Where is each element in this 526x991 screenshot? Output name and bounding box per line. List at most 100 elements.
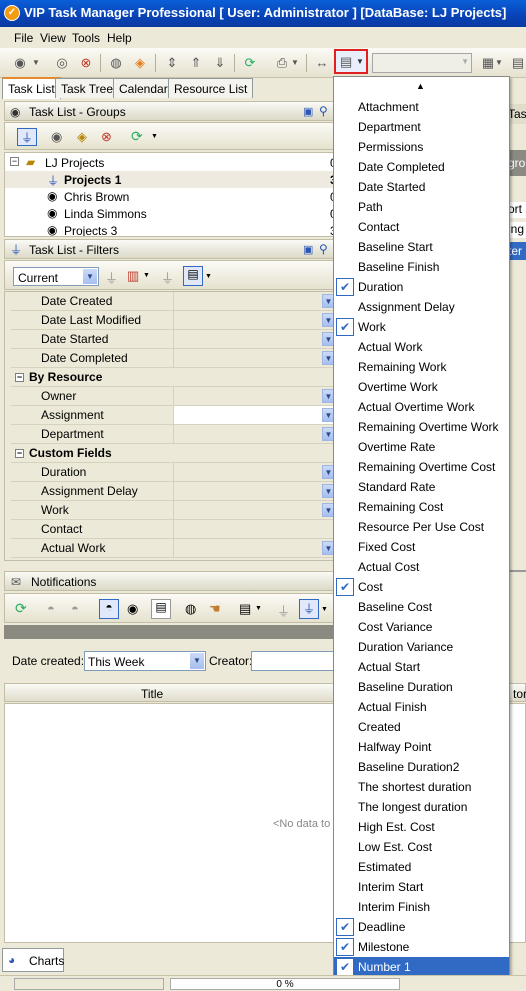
- menu-item[interactable]: ✔ Deadline: [334, 917, 509, 937]
- menu-item[interactable]: Department: [334, 117, 509, 137]
- column-title[interactable]: Title: [141, 687, 163, 701]
- document-icon[interactable]: ▤: [151, 599, 171, 619]
- menu-item[interactable]: Created: [334, 717, 509, 737]
- filter-value[interactable]: ▼: [173, 387, 337, 405]
- refresh-icon[interactable]: ⟳: [15, 600, 27, 617]
- filter-value[interactable]: ▼: [173, 539, 337, 557]
- tab-task-list[interactable]: Task List: [2, 77, 61, 99]
- menu-item[interactable]: Estimated: [334, 857, 509, 877]
- menu-help[interactable]: Help: [107, 31, 132, 45]
- edit-group-icon[interactable]: ◈: [77, 129, 87, 145]
- fit-columns-icon[interactable]: ↔: [312, 53, 332, 73]
- menu-item[interactable]: The longest duration: [334, 797, 509, 817]
- menu-item[interactable]: Fixed Cost: [334, 537, 509, 557]
- menu-item[interactable]: ✔ Cost: [334, 577, 509, 597]
- filter-group-header[interactable]: − By Resource: [11, 368, 337, 387]
- menu-item[interactable]: Halfway Point: [334, 737, 509, 757]
- move-updown-icon[interactable]: ⇕: [162, 53, 182, 73]
- columns-icon[interactable]: ▤: [239, 601, 251, 617]
- menu-item[interactable]: Baseline Start: [334, 237, 509, 257]
- date-created-select[interactable]: This Week ▼: [84, 651, 206, 671]
- menu-item[interactable]: Baseline Duration: [334, 677, 509, 697]
- filter-row[interactable]: Date Last Modified ▼: [11, 311, 337, 330]
- menu-item[interactable]: Overtime Work: [334, 377, 509, 397]
- filter-icon[interactable]: ⏚: [17, 128, 37, 146]
- menu-item[interactable]: Remaining Cost: [334, 497, 509, 517]
- menu-item[interactable]: ✔ Milestone: [334, 937, 509, 957]
- filter-value[interactable]: ▼: [173, 425, 337, 443]
- menu-item[interactable]: ✔ Number 1: [334, 957, 509, 977]
- filter-row[interactable]: Assignment Delay ▼: [11, 482, 337, 501]
- task-properties-icon[interactable]: ◍: [106, 53, 126, 73]
- print-dropdown-icon[interactable]: ▼: [290, 53, 300, 73]
- filter-value[interactable]: ▼: [173, 311, 337, 329]
- filter-row[interactable]: Date Completed ▼: [11, 349, 337, 368]
- add-group-icon[interactable]: ◉: [51, 129, 62, 145]
- filter-row[interactable]: Owner ▼: [11, 387, 337, 406]
- delete-group-icon[interactable]: ⊗: [101, 129, 112, 145]
- filter-value[interactable]: ▼: [173, 501, 337, 519]
- scroll-up-icon[interactable]: ▲: [416, 81, 425, 91]
- menu-item[interactable]: Contact: [334, 217, 509, 237]
- filter-row[interactable]: Duration ▼: [11, 463, 337, 482]
- menu-item[interactable]: Standard Rate: [334, 477, 509, 497]
- inbox-icon[interactable]: ◓: [99, 599, 119, 619]
- filter-row[interactable]: Date Created ▼: [11, 292, 337, 311]
- new-task-dropdown-icon[interactable]: ▼: [30, 53, 42, 73]
- menu-item[interactable]: Baseline Finish: [334, 257, 509, 277]
- minimize-icon[interactable]: ▣: [303, 105, 313, 118]
- menu-item[interactable]: Interim Finish: [334, 897, 509, 917]
- filter-value[interactable]: [173, 520, 337, 538]
- pin-icon[interactable]: ⚲: [319, 242, 328, 256]
- menu-item[interactable]: Path: [334, 197, 509, 217]
- filter-value[interactable]: ▼: [173, 292, 337, 310]
- collapse-icon[interactable]: −: [15, 449, 24, 458]
- filter-group-header[interactable]: − Custom Fields: [11, 444, 337, 463]
- menu-item[interactable]: Actual Start: [334, 657, 509, 677]
- minimize-icon[interactable]: ▣: [303, 243, 313, 256]
- delete-task-icon[interactable]: ⊗: [76, 53, 96, 73]
- menu-item[interactable]: ✔ Duration: [334, 277, 509, 297]
- resource-icon[interactable]: ◉: [127, 601, 138, 617]
- menu-item[interactable]: Attachment: [334, 97, 509, 117]
- menu-item[interactable]: High Est. Cost: [334, 817, 509, 837]
- filter-settings-icon[interactable]: ▤: [183, 266, 203, 286]
- new-task-icon[interactable]: ◉: [10, 53, 30, 73]
- view-layout-dropdown-icon[interactable]: ▼: [494, 53, 504, 73]
- pin-icon[interactable]: ⚲: [319, 104, 328, 118]
- menu-item[interactable]: Overtime Rate: [334, 437, 509, 457]
- filter-row[interactable]: Date Started ▼: [11, 330, 337, 349]
- chevron-down-icon[interactable]: ▼: [205, 273, 212, 280]
- column-partial[interactable]: tor: [513, 687, 526, 701]
- menu-item[interactable]: Interim Start: [334, 877, 509, 897]
- mail-read-icon[interactable]: ◓: [47, 601, 55, 616]
- collapse-icon[interactable]: −: [15, 373, 24, 382]
- menu-item[interactable]: Cost Variance: [334, 617, 509, 637]
- filter-value[interactable]: ▼: [173, 349, 337, 367]
- menu-item[interactable]: Actual Work: [334, 337, 509, 357]
- tree-row-projects-1[interactable]: ⏚ Projects 1: [5, 171, 333, 188]
- task-settings-icon[interactable]: ◈: [130, 53, 150, 73]
- menu-item[interactable]: Date Completed: [334, 157, 509, 177]
- menu-tools[interactable]: Tools: [72, 31, 100, 45]
- chevron-down-icon[interactable]: ▼: [143, 272, 150, 279]
- mail-unread-icon[interactable]: ◓: [71, 601, 79, 616]
- filter-row[interactable]: Assignment ▼: [11, 406, 337, 425]
- edit-filter-icon[interactable]: ▥: [127, 268, 139, 284]
- filter-row[interactable]: Contact: [11, 520, 337, 539]
- filter-value[interactable]: ▼: [173, 463, 337, 481]
- edit-task-icon[interactable]: ◎: [52, 53, 72, 73]
- filter-icon[interactable]: ⏚: [277, 601, 290, 620]
- hand-icon[interactable]: ☚: [209, 601, 221, 617]
- refresh-icon[interactable]: ⟳: [131, 128, 143, 145]
- menu-item[interactable]: ✔ Work: [334, 317, 509, 337]
- menu-item[interactable]: Actual Cost: [334, 557, 509, 577]
- properties-icon[interactable]: ◍: [185, 601, 196, 617]
- collapse-icon[interactable]: −: [10, 157, 19, 166]
- menu-item[interactable]: Remaining Overtime Cost: [334, 457, 509, 477]
- chevron-down-icon[interactable]: ▼: [151, 133, 158, 140]
- menu-item[interactable]: The shortest duration: [334, 777, 509, 797]
- current-filter-select[interactable]: Current ▼: [13, 267, 99, 286]
- menu-item[interactable]: Actual Overtime Work: [334, 397, 509, 417]
- menu-view[interactable]: View: [40, 31, 66, 45]
